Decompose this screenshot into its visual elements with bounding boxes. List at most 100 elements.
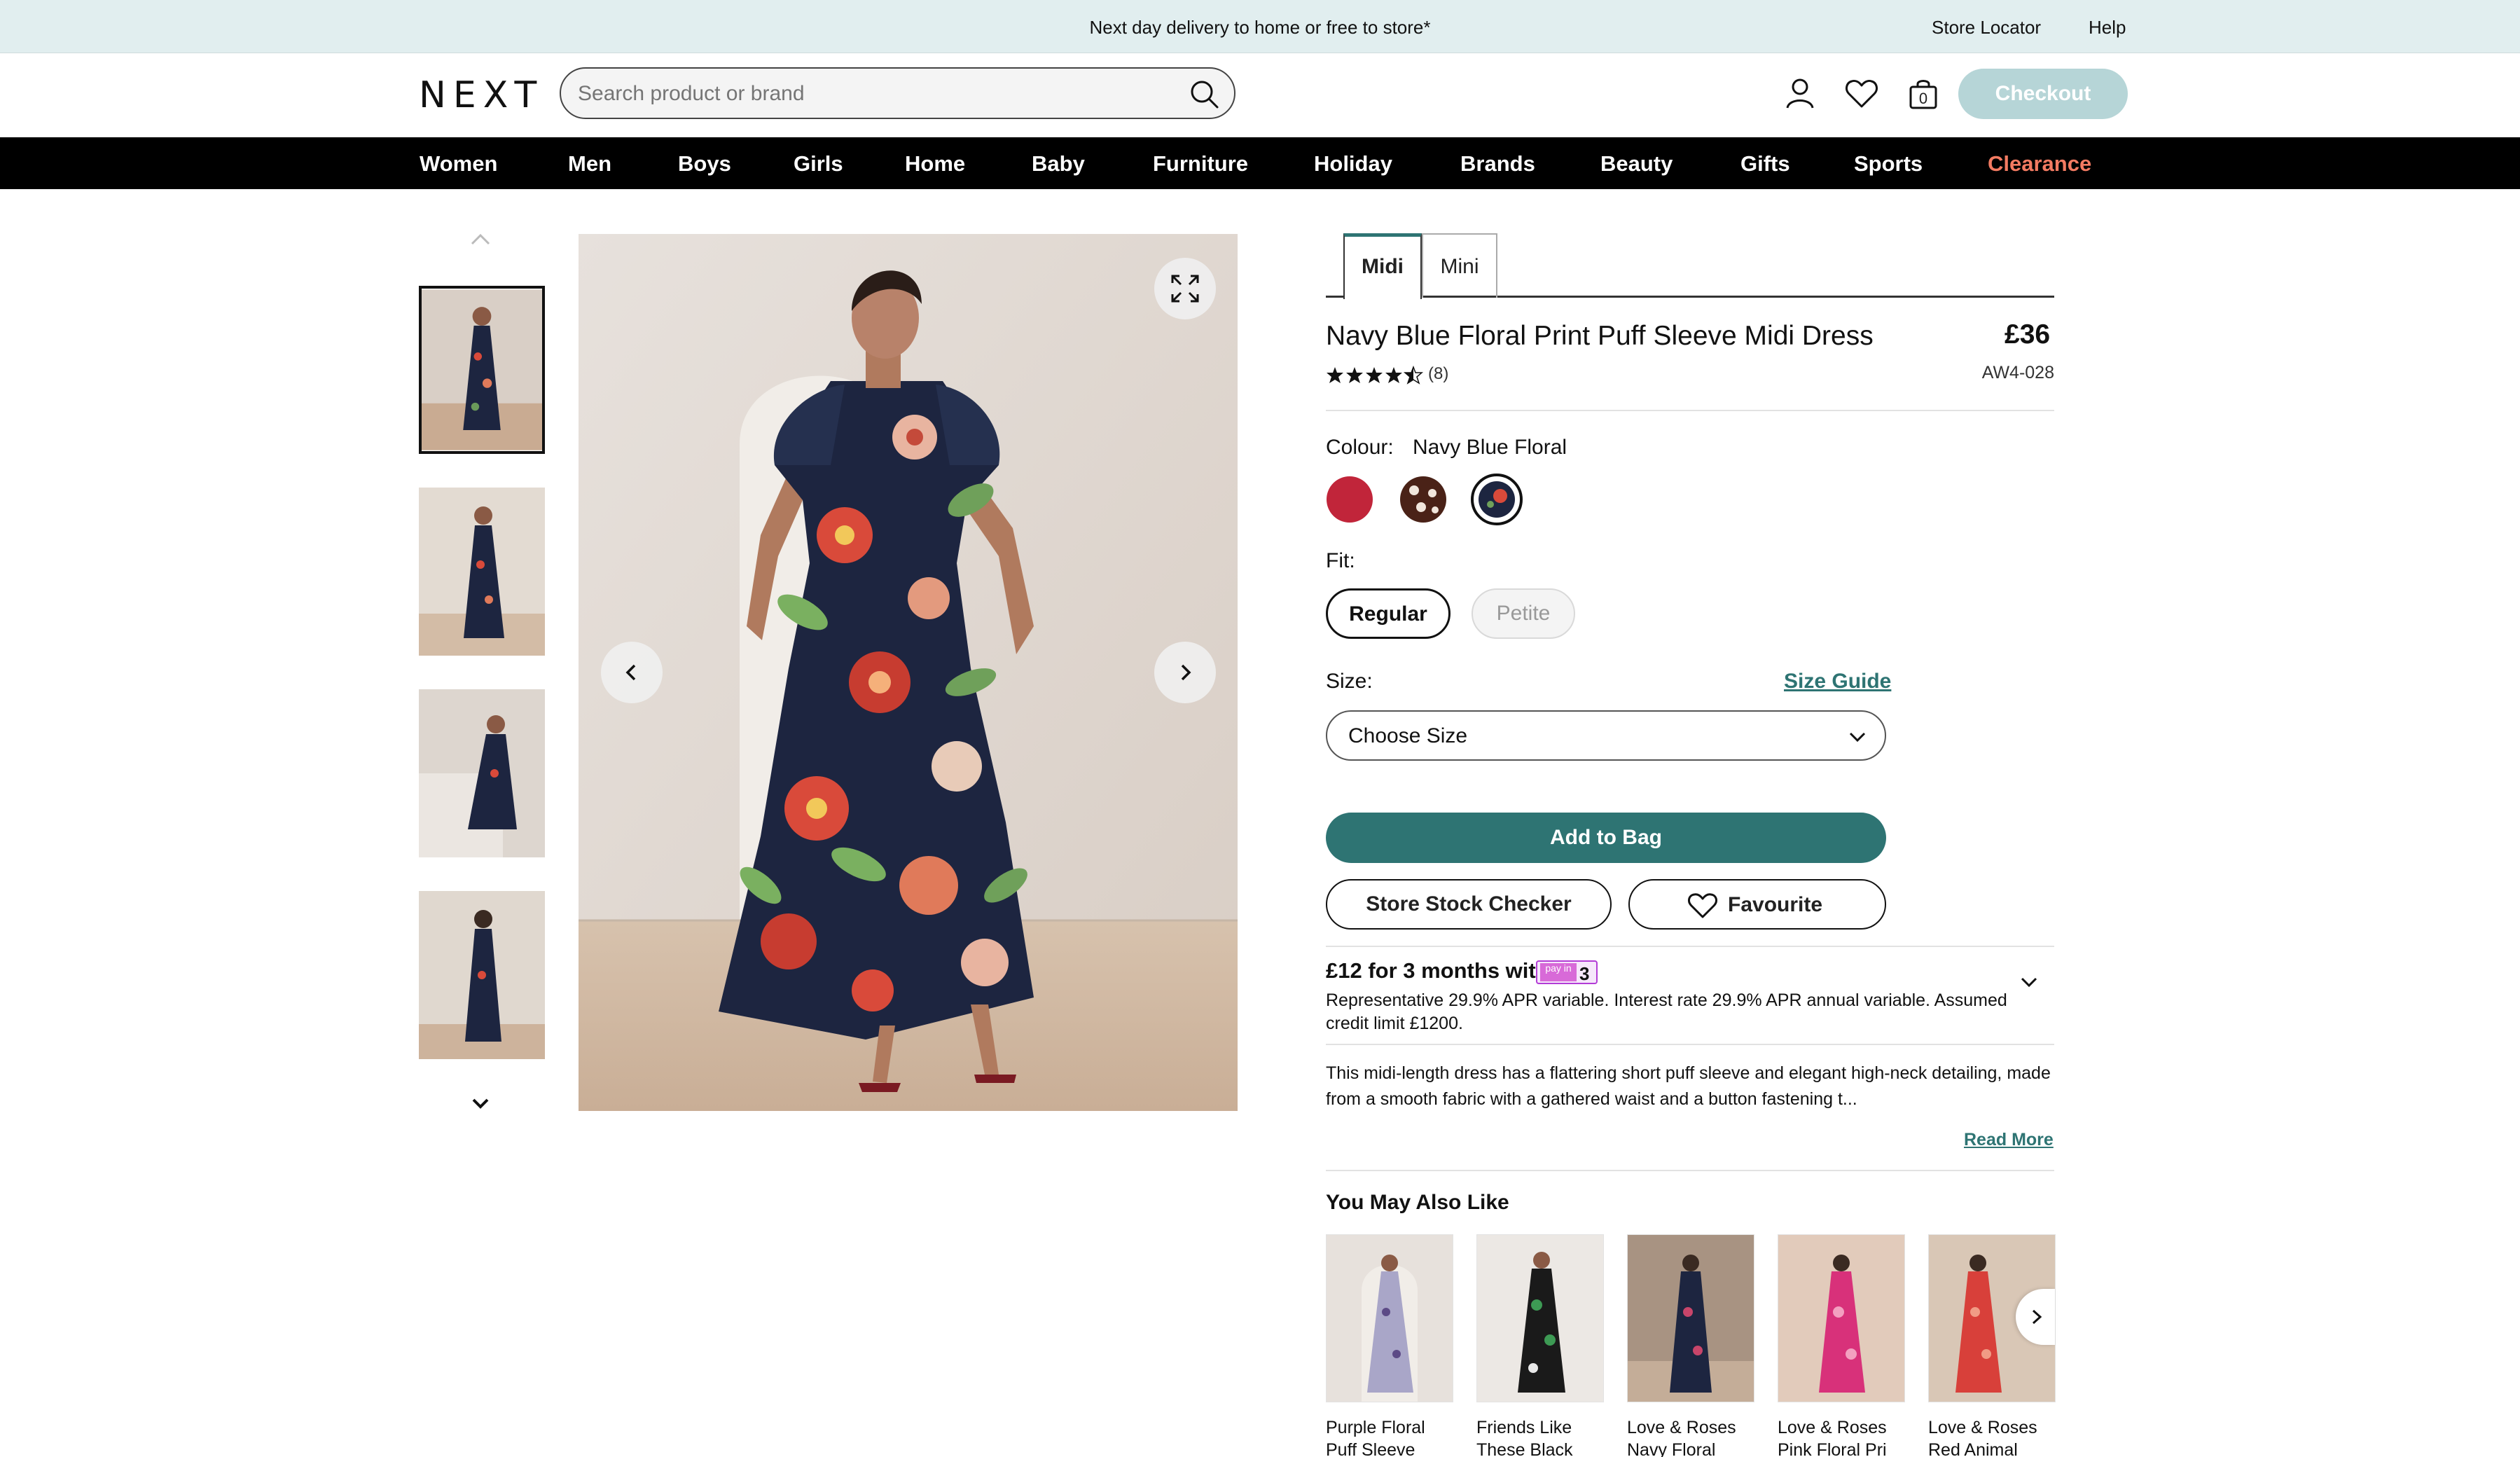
size-select-value: Choose Size (1348, 724, 1468, 747)
thumbnail-1[interactable] (419, 286, 545, 454)
search-input[interactable] (578, 78, 1159, 109)
dress-photo (579, 234, 1238, 1111)
next-image-button[interactable] (1154, 642, 1216, 703)
thumbnail-4[interactable] (419, 891, 545, 1059)
nav-item-girls[interactable]: Girls (794, 151, 843, 177)
favourites-heart-icon[interactable] (1842, 74, 1881, 113)
checkout-button[interactable]: Checkout (1958, 69, 2128, 119)
swatch-red[interactable] (1324, 474, 1376, 525)
representative-apr-text: Representative 29.9% APR variable. Inter… (1326, 990, 2007, 1033)
star-rating-icon (1327, 366, 1422, 384)
recommendation-image (1476, 1234, 1604, 1402)
size-label: Size: (1326, 670, 1373, 693)
thumbnails-up-chevron-icon[interactable] (466, 228, 494, 249)
payin3-badge-number: 3 (1579, 963, 1590, 984)
nav-item-brands[interactable]: Brands (1460, 151, 1535, 177)
favourite-label: Favourite (1728, 893, 1823, 916)
recommendation-image (1778, 1234, 1905, 1402)
chevron-right-icon (1181, 664, 1191, 681)
tab-midi[interactable]: Midi (1343, 233, 1422, 299)
recommendation-card[interactable]: Purple Floral Puff Sleeve (1326, 1234, 1453, 1457)
thumbnails-down-chevron-icon[interactable] (466, 1090, 494, 1118)
bag-button[interactable]: 0 (1904, 74, 1943, 113)
main-product-image (579, 234, 1238, 1111)
next-logo[interactable]: NEXT (419, 74, 544, 116)
colour-value: Navy Blue Floral (1413, 436, 1567, 459)
recommendation-name: Love & Roses Pink Floral Pri (1778, 1418, 1887, 1457)
recommendation-card[interactable]: Love & Roses Navy Floral (1627, 1234, 1754, 1457)
divider (1326, 1044, 2054, 1045)
favourite-button[interactable]: Favourite (1628, 879, 1886, 930)
divider (1326, 410, 2054, 411)
nav-item-gifts[interactable]: Gifts (1740, 151, 1790, 177)
fullscreen-button[interactable] (1154, 258, 1216, 319)
previous-image-button[interactable] (601, 642, 663, 703)
nav-item-home[interactable]: Home (905, 151, 965, 177)
thumbnail-dress-image (419, 488, 545, 656)
swatch-pattern (1400, 476, 1446, 523)
main-nav: Women Men Boys Girls Home Baby Furniture… (0, 137, 2520, 189)
add-to-bag-button[interactable]: Add to Bag (1326, 813, 1886, 863)
swatch-brown-spot[interactable] (1397, 474, 1449, 525)
product-title: Navy Blue Floral Print Puff Sleeve Midi … (1326, 321, 1874, 351)
read-more-link[interactable]: Read More (1964, 1130, 2054, 1150)
help-link[interactable]: Help (2089, 17, 2126, 39)
fit-petite-button[interactable]: Petite (1472, 588, 1575, 639)
payin3-headline: £12 for 3 months with (1326, 958, 1549, 983)
recommendation-image (1627, 1234, 1754, 1402)
expand-icon (1171, 275, 1199, 303)
recommendation-card[interactable]: Friends Like These Black (1476, 1234, 1604, 1457)
promo-bar: Next day delivery to home or free to sto… (0, 0, 2520, 53)
length-tabs: Midi Mini (1326, 233, 2054, 299)
recommendation-card[interactable]: Love & Roses Red Animal (1928, 1234, 2056, 1457)
nav-item-women[interactable]: Women (420, 151, 497, 177)
recommendation-card[interactable]: Love & Roses Pink Floral Pri (1778, 1234, 1905, 1457)
size-select[interactable]: Choose Size (1326, 710, 1886, 761)
thumbnail-2[interactable] (419, 488, 545, 656)
product-description: This midi-length dress has a flattering … (1326, 1063, 2051, 1109)
account-icon[interactable] (1780, 74, 1820, 113)
store-locator-link[interactable]: Store Locator (1932, 17, 2041, 39)
swatch-fill (1327, 476, 1373, 523)
recommendation-name: Purple Floral Puff Sleeve (1326, 1418, 1425, 1457)
nav-item-clearance[interactable]: Clearance (1988, 151, 2091, 177)
recommendation-name: Love & Roses Navy Floral (1627, 1418, 1736, 1457)
fit-regular-button[interactable]: Regular (1326, 588, 1451, 639)
fit-label: Fit: (1326, 549, 1355, 572)
heart-icon (1688, 893, 1717, 918)
size-guide-link[interactable]: Size Guide (1784, 670, 1891, 693)
thumbnail-dress-image (419, 689, 545, 857)
product-code: AW4-028 (1981, 363, 2054, 382)
nav-item-furniture[interactable]: Furniture (1153, 151, 1248, 177)
swatch-pattern (1479, 481, 1515, 518)
nav-item-men[interactable]: Men (568, 151, 611, 177)
product-price: £36 (2005, 319, 2051, 350)
recommendation-image (1326, 1234, 1453, 1402)
review-count[interactable]: (8) (1428, 364, 1448, 384)
thumbnail-dress-image (419, 891, 545, 1059)
nav-item-holiday[interactable]: Holiday (1314, 151, 1392, 177)
chevron-left-icon (625, 664, 636, 681)
promo-message: Next day delivery to home or free to sto… (1089, 17, 1431, 38)
nav-item-boys[interactable]: Boys (678, 151, 731, 177)
you-may-also-like-heading: You May Also Like (1326, 1191, 1509, 1214)
rating[interactable]: (8) (1326, 364, 1448, 385)
nav-item-baby[interactable]: Baby (1032, 151, 1085, 177)
site-header: NEXT 0 Checkout (0, 53, 2520, 137)
payin3-expand-chevron-icon[interactable] (2019, 974, 2040, 990)
thumbnail-dress-image (422, 289, 542, 450)
recommendation-name: Friends Like These Black (1476, 1418, 1573, 1457)
nav-item-beauty[interactable]: Beauty (1600, 151, 1673, 177)
chevron-down-icon (1849, 732, 1866, 743)
divider (1326, 1170, 2054, 1171)
chevron-right-icon (2032, 1309, 2042, 1325)
store-stock-checker-button[interactable]: Store Stock Checker (1326, 879, 1612, 930)
search-icon[interactable] (1189, 78, 1221, 111)
thumbnail-3[interactable] (419, 689, 545, 857)
swatch-navy-floral[interactable] (1471, 474, 1523, 525)
payin3-badge: pay in 3 (1536, 960, 1598, 984)
nav-item-sports[interactable]: Sports (1854, 151, 1923, 177)
search-box[interactable] (560, 67, 1235, 119)
tab-mini[interactable]: Mini (1422, 233, 1497, 298)
divider (1326, 946, 2054, 947)
